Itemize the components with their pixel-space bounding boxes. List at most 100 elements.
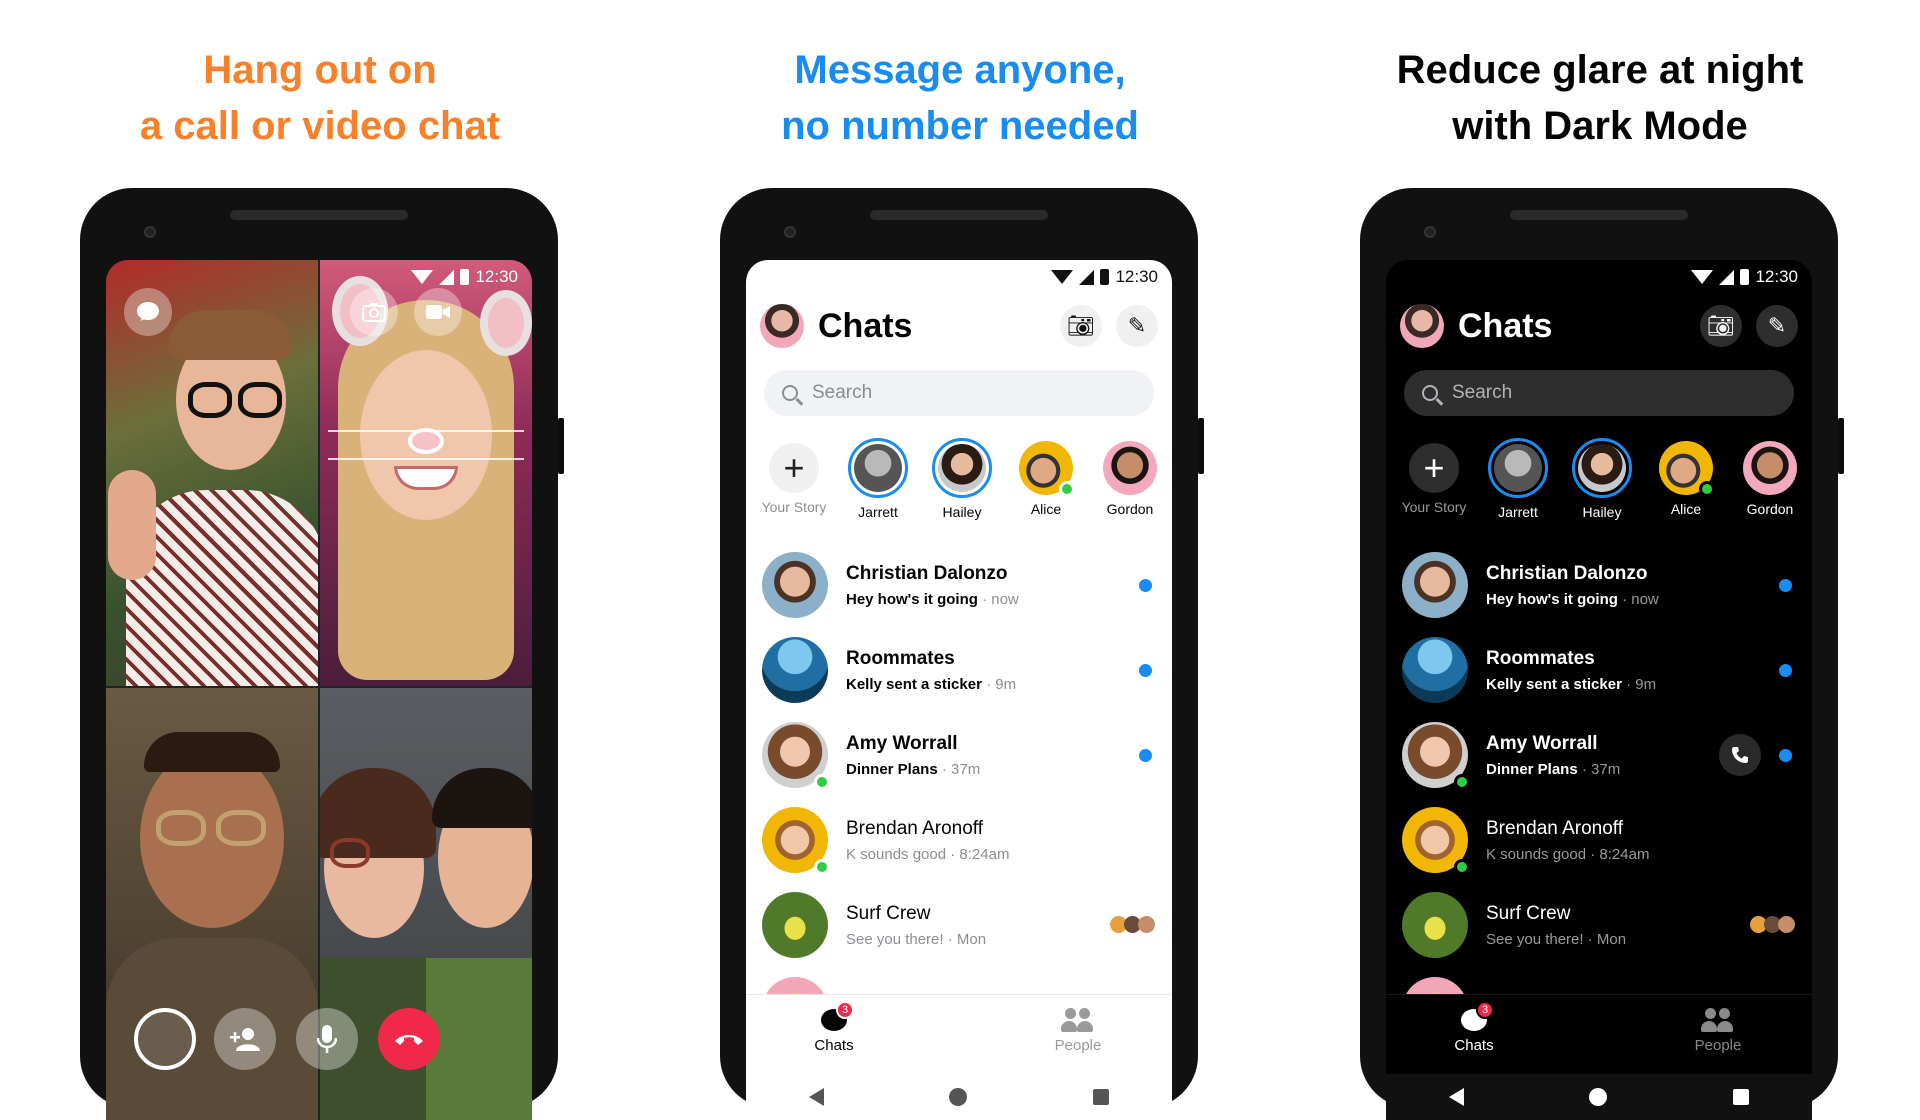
- camera-flip-icon[interactable]: [350, 288, 398, 336]
- story-gordon[interactable]: Gordon: [1090, 438, 1170, 517]
- recents-icon[interactable]: [1733, 1089, 1750, 1105]
- compose-button[interactable]: ✎: [1756, 305, 1798, 347]
- unread-dot: [1139, 748, 1152, 762]
- search-input[interactable]: Search: [1404, 370, 1794, 416]
- chat-row-brendan-aronoff[interactable]: Brendan Aronoff K sounds good · 8:24am: [762, 803, 1156, 877]
- unread-dot: [1139, 578, 1152, 592]
- panel-dark-chats: Reduce glare at night with Dark Mode 12:…: [1280, 0, 1920, 1120]
- chat-message: K sounds good: [1486, 845, 1587, 863]
- stories-row: + Your Story Jarrett Hailey Alice Gordon: [754, 438, 1172, 520]
- tab-chats[interactable]: 3 Chats: [1414, 1001, 1534, 1054]
- microphone-icon[interactable]: [296, 1008, 358, 1070]
- stories-row: + Your Story Jarrett Hailey Alice Gordon: [1394, 438, 1812, 520]
- chat-row-amy-worrall[interactable]: Amy Worrall Dinner Plans · 37m: [762, 718, 1156, 792]
- phone-frame: 12:30: [80, 188, 564, 1120]
- story-hailey[interactable]: Hailey: [922, 438, 1002, 520]
- story-label: Alice: [1030, 501, 1062, 517]
- phone-call-icon[interactable]: [1719, 734, 1761, 776]
- headline-dark-mode: Reduce glare at night with Dark Mode: [1280, 42, 1920, 154]
- tab-people[interactable]: People: [1658, 1003, 1778, 1054]
- battery-icon: [1100, 269, 1110, 285]
- page-title: Chats: [1458, 306, 1553, 345]
- home-icon[interactable]: [1589, 1088, 1608, 1106]
- chat-time: now: [1631, 590, 1659, 608]
- phone-speaker: [870, 210, 1048, 220]
- phone-camera: [784, 226, 796, 238]
- search-icon: [782, 385, 798, 401]
- profile-avatar[interactable]: [760, 304, 804, 348]
- recents-icon[interactable]: [1093, 1089, 1110, 1105]
- unread-dot: [1779, 748, 1792, 762]
- android-nav-bar: [746, 1074, 1172, 1120]
- tab-label: Chats: [1454, 1037, 1494, 1054]
- video-icon[interactable]: [414, 288, 462, 336]
- unread-badge: 3: [1476, 1001, 1494, 1019]
- avatar: [854, 444, 902, 492]
- tab-chats[interactable]: 3 Chats: [774, 1001, 894, 1054]
- avatar: [1402, 807, 1470, 875]
- android-nav-bar: [1386, 1074, 1812, 1120]
- story-label: Alice: [1670, 501, 1702, 517]
- camera-button[interactable]: 📷︎: [1060, 305, 1102, 347]
- avatar: [762, 722, 830, 790]
- capture-button[interactable]: [134, 1008, 196, 1070]
- chat-time: now: [991, 590, 1019, 608]
- story-label: Gordon: [1106, 501, 1154, 517]
- compose-button[interactable]: ✎: [1116, 305, 1158, 347]
- avatar: [1743, 441, 1797, 495]
- profile-avatar[interactable]: [1400, 304, 1444, 348]
- story-your-story[interactable]: + Your Story: [1394, 438, 1474, 515]
- bunny-ear-right: [480, 290, 532, 356]
- plus-icon: +: [769, 443, 819, 493]
- tab-people[interactable]: People: [1018, 1003, 1138, 1054]
- camera-icon: 📷︎: [1707, 313, 1735, 338]
- read-receipt-avatars: [1750, 916, 1796, 934]
- search-icon: [1422, 385, 1438, 401]
- people-icon: [1701, 1008, 1735, 1032]
- chat-row-brendan-aronoff[interactable]: Brendan Aronoff K sounds good · 8:24am: [1402, 803, 1796, 877]
- story-alice[interactable]: Alice: [1006, 438, 1086, 517]
- avatar: [762, 892, 828, 958]
- story-label: Hailey: [1582, 504, 1622, 520]
- story-jarrett[interactable]: Jarrett: [1478, 438, 1558, 520]
- chat-row-christian-dalonzo[interactable]: Christian Dalonzo Hey how's it going · no…: [1402, 548, 1796, 622]
- chat-name: Roommates: [846, 647, 955, 669]
- chat-row-christian-dalonzo[interactable]: Christian Dalonzo Hey how's it going · no…: [762, 548, 1156, 622]
- search-input[interactable]: Search: [764, 370, 1154, 416]
- search-placeholder: Search: [812, 382, 873, 403]
- story-label: Hailey: [942, 504, 982, 520]
- phone-camera: [144, 226, 156, 238]
- chat-row-roommates[interactable]: Roommates Kelly sent a sticker · 9m: [762, 633, 1156, 707]
- avatar: [762, 807, 830, 875]
- home-icon[interactable]: [949, 1088, 968, 1106]
- avatar: [1494, 444, 1542, 492]
- back-icon[interactable]: [808, 1088, 824, 1106]
- chat-row-amy-worrall[interactable]: Amy Worrall Dinner Plans · 37m: [1402, 718, 1796, 792]
- chat-bubble-icon[interactable]: [124, 288, 172, 336]
- avatar: [1659, 441, 1715, 497]
- phone-side-button: [1198, 418, 1204, 474]
- story-alice[interactable]: Alice: [1646, 438, 1726, 517]
- story-gordon[interactable]: Gordon: [1730, 438, 1810, 517]
- story-hailey[interactable]: Hailey: [1562, 438, 1642, 520]
- hang-up-icon[interactable]: [378, 1008, 440, 1070]
- avatar: [1103, 441, 1157, 495]
- story-your-story[interactable]: + Your Story: [754, 438, 834, 515]
- phone-side-button: [558, 418, 564, 474]
- chat-name: Roommates: [1486, 647, 1595, 669]
- camera-button[interactable]: 📷︎: [1700, 305, 1742, 347]
- read-receipt-avatars: [1110, 916, 1156, 934]
- wifi-icon: [1051, 270, 1074, 284]
- chat-row-roommates[interactable]: Roommates Kelly sent a sticker · 9m: [1402, 633, 1796, 707]
- avatar: [1402, 892, 1468, 958]
- chat-time: 9m: [995, 675, 1017, 693]
- phone-speaker: [1510, 210, 1688, 220]
- chat-row-surf-crew[interactable]: Surf Crew See you there! · Mon: [762, 888, 1156, 962]
- add-person-icon[interactable]: [214, 1008, 276, 1070]
- story-jarrett[interactable]: Jarrett: [838, 438, 918, 520]
- chat-row-surf-crew[interactable]: Surf Crew See you there! · Mon: [1402, 888, 1796, 962]
- bunny-whiskers: [328, 430, 524, 460]
- chat-name: Christian Dalonzo: [1486, 562, 1648, 584]
- story-label: Jarrett: [1498, 504, 1538, 520]
- back-icon[interactable]: [1448, 1088, 1464, 1106]
